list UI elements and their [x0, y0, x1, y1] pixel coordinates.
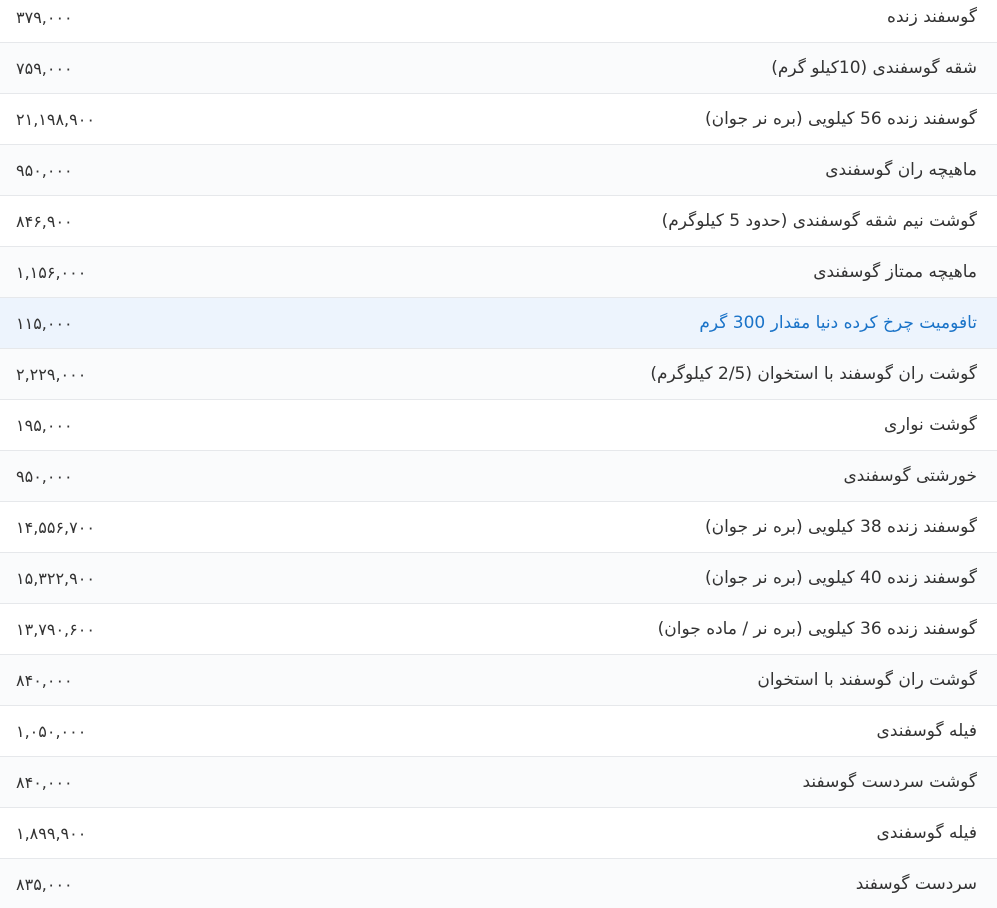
product-name-link[interactable]: ماهیچه ممتاز گوسفندی: [813, 262, 977, 282]
product-price: ۳۷۹,۰۰۰: [16, 7, 73, 27]
product-price: ۱,۰۵۰,۰۰۰: [16, 721, 87, 741]
product-name-link[interactable]: گوسفند زنده 38 کیلویی (بره نر جوان): [705, 517, 977, 537]
product-price: ۱۵,۳۲۲,۹۰۰: [16, 568, 95, 588]
product-name-link[interactable]: تافومیت چرخ کرده دنیا مقدار 300 گرم: [699, 313, 977, 333]
table-row[interactable]: سردست گوسفند ۸۳۵,۰۰۰: [0, 859, 997, 908]
table-row[interactable]: گوشت ران گوسفند با استخوان (2/5 کیلوگرم)…: [0, 349, 997, 400]
product-price: ۷۵۹,۰۰۰: [16, 58, 73, 78]
product-name-link[interactable]: گوشت نیم شقه گوسفندی (حدود 5 کیلوگرم): [662, 211, 977, 231]
product-price: ۱۱۵,۰۰۰: [16, 313, 73, 333]
product-name-link[interactable]: گوسفند زنده 56 کیلویی (بره نر جوان): [705, 109, 977, 129]
product-price: ۹۵۰,۰۰۰: [16, 160, 73, 180]
product-name-link[interactable]: گوسفند زنده 36 کیلویی (بره نر / ماده جوا…: [658, 619, 977, 639]
table-row[interactable]: گوسفند زنده 40 کیلویی (بره نر جوان) ۱۵,۳…: [0, 553, 997, 604]
product-name-link[interactable]: فیله گوسفندی: [877, 721, 977, 741]
product-name-link[interactable]: گوشت ران گوسفند با استخوان: [757, 670, 977, 690]
table-row[interactable]: ماهیچه ممتاز گوسفندی ۱,۱۵۶,۰۰۰: [0, 247, 997, 298]
table-row[interactable]: گوسفند زنده 56 کیلویی (بره نر جوان) ۲۱,۱…: [0, 94, 997, 145]
product-name-link[interactable]: گوشت سردست گوسفند: [802, 772, 977, 792]
product-price: ۱,۱۵۶,۰۰۰: [16, 262, 87, 282]
product-name-link[interactable]: ماهیچه ران گوسفندی: [825, 160, 977, 180]
product-price: ۹۵۰,۰۰۰: [16, 466, 73, 486]
product-price: ۸۳۵,۰۰۰: [16, 874, 73, 894]
product-name-link[interactable]: سردست گوسفند: [856, 874, 977, 894]
product-price: ۲,۲۲۹,۰۰۰: [16, 364, 87, 384]
table-row[interactable]: گوشت نیم شقه گوسفندی (حدود 5 کیلوگرم) ۸۴…: [0, 196, 997, 247]
product-name-link[interactable]: گوشت ران گوسفند با استخوان (2/5 کیلوگرم): [650, 364, 977, 384]
price-table: گوسفند زنده ۳۷۹,۰۰۰ شقه گوسفندی (10کیلو …: [0, 0, 997, 908]
table-row-highlighted[interactable]: تافومیت چرخ کرده دنیا مقدار 300 گرم ۱۱۵,…: [0, 298, 997, 349]
table-row[interactable]: گوسفند زنده 38 کیلویی (بره نر جوان) ۱۴,۵…: [0, 502, 997, 553]
table-row[interactable]: فیله گوسفندی ۱,۰۵۰,۰۰۰: [0, 706, 997, 757]
product-price: ۸۴۰,۰۰۰: [16, 772, 73, 792]
table-row[interactable]: گوسفند زنده 36 کیلویی (بره نر / ماده جوا…: [0, 604, 997, 655]
product-name-link[interactable]: خورشتی گوسفندی: [843, 466, 977, 486]
product-name-link[interactable]: گوسفند زنده 40 کیلویی (بره نر جوان): [705, 568, 977, 588]
product-name-link[interactable]: فیله گوسفندی: [877, 823, 977, 843]
table-row[interactable]: فیله گوسفندی ۱,۸۹۹,۹۰۰: [0, 808, 997, 859]
product-price: ۱۹۵,۰۰۰: [16, 415, 73, 435]
table-row[interactable]: خورشتی گوسفندی ۹۵۰,۰۰۰: [0, 451, 997, 502]
product-price: ۸۴۶,۹۰۰: [16, 211, 73, 231]
product-price: ۱۳,۷۹۰,۶۰۰: [16, 619, 95, 639]
table-row[interactable]: شقه گوسفندی (10کیلو گرم) ۷۵۹,۰۰۰: [0, 43, 997, 94]
table-row[interactable]: گوشت سردست گوسفند ۸۴۰,۰۰۰: [0, 757, 997, 808]
product-name-link[interactable]: گوشت نواری: [884, 415, 977, 435]
table-row[interactable]: گوسفند زنده ۳۷۹,۰۰۰: [0, 0, 997, 43]
product-price: ۱,۸۹۹,۹۰۰: [16, 823, 87, 843]
product-price: ۱۴,۵۵۶,۷۰۰: [16, 517, 95, 537]
product-price: ۸۴۰,۰۰۰: [16, 670, 73, 690]
product-name-link[interactable]: شقه گوسفندی (10کیلو گرم): [771, 58, 977, 78]
table-row[interactable]: ماهیچه ران گوسفندی ۹۵۰,۰۰۰: [0, 145, 997, 196]
product-price: ۲۱,۱۹۸,۹۰۰: [16, 109, 95, 129]
table-row[interactable]: گوشت نواری ۱۹۵,۰۰۰: [0, 400, 997, 451]
product-name-link[interactable]: گوسفند زنده: [887, 7, 977, 27]
table-row[interactable]: گوشت ران گوسفند با استخوان ۸۴۰,۰۰۰: [0, 655, 997, 706]
